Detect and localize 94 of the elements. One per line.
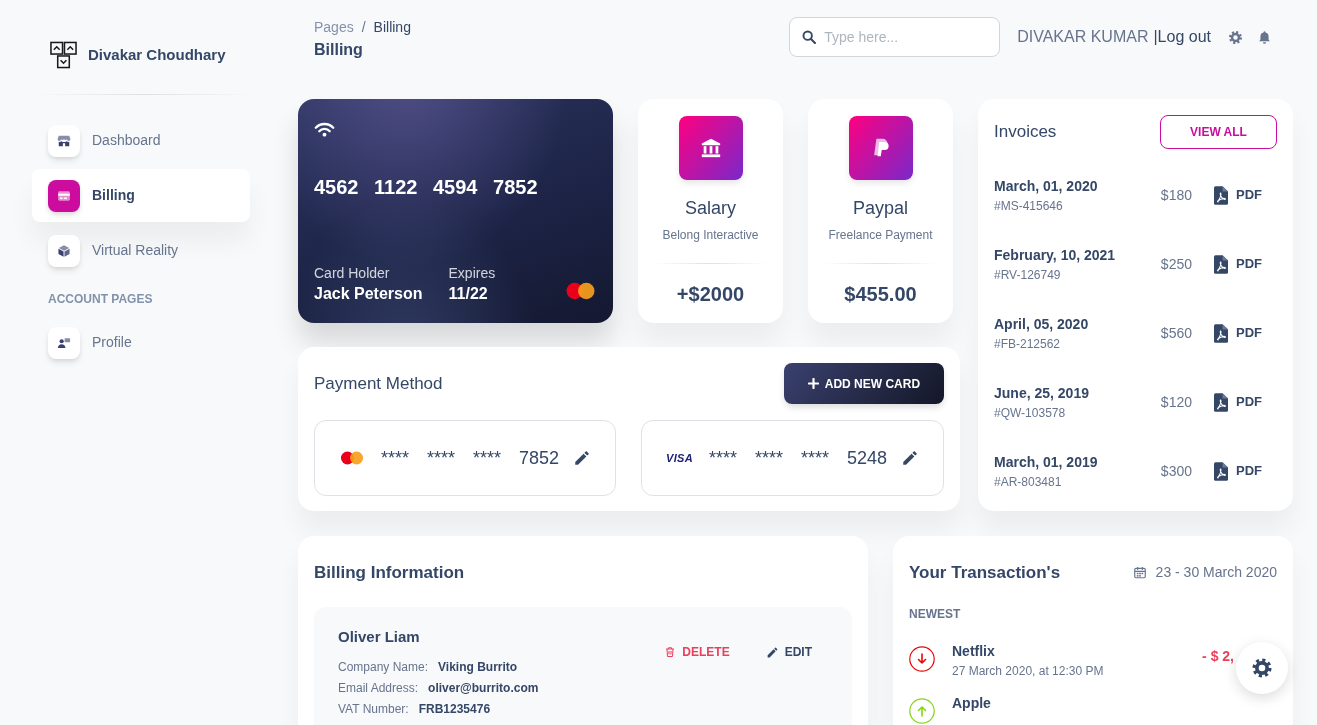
field-label: VAT Number: — [338, 701, 409, 718]
pdf-file-icon — [1214, 323, 1228, 343]
bank-icon — [678, 116, 743, 180]
pencil-icon — [765, 645, 779, 659]
brand-name: Divakar Choudhary — [88, 44, 226, 65]
panel-title: Billing Information — [314, 561, 465, 584]
edit-button[interactable]: EDIT — [749, 633, 828, 671]
bell-icon[interactable] — [1257, 29, 1272, 45]
breadcrumb-current: Billing — [373, 19, 411, 35]
field-value: Viking Burrito — [438, 659, 518, 676]
invoice-amount: $180 — [1160, 185, 1192, 205]
sidebar-item[interactable]: Profile — [32, 316, 250, 369]
pdf-file-icon — [1214, 254, 1228, 274]
invoice-number: #RV-126749 — [994, 266, 1062, 284]
invoice-amount: $120 — [1160, 392, 1192, 412]
pdf-button[interactable]: PDF — [1214, 461, 1262, 481]
invoice-date: March, 01, 2019 — [994, 452, 1098, 472]
settings-icon[interactable] — [1228, 29, 1243, 45]
settings-icon — [1251, 657, 1273, 679]
profile-icon — [48, 326, 80, 359]
card-holder-label: Card Holder — [314, 264, 391, 283]
section-title: ACCOUNT PAGES — [47, 291, 154, 308]
breadcrumb-separator: / — [361, 19, 366, 35]
field-value: oliver@burrito.com — [428, 680, 539, 697]
separator-text: | — [1153, 27, 1158, 47]
pdf-file-icon — [1214, 461, 1228, 481]
transaction-name: Apple — [952, 694, 991, 713]
calendar-icon — [1132, 565, 1147, 580]
customer-name: Oliver Liam — [338, 627, 421, 647]
trash-icon — [664, 646, 677, 658]
card-number: 4562 1122 4594 7852 — [314, 175, 539, 200]
income-title: Salary — [684, 197, 737, 219]
card-brand-icon — [564, 281, 597, 301]
expiry-date: 11/22 — [448, 284, 489, 304]
search-icon — [802, 30, 817, 44]
wifi-icon — [314, 121, 335, 137]
invoice-date: April, 05, 2020 — [994, 314, 1089, 334]
plus-icon — [807, 378, 819, 389]
panel-title: Invoices — [994, 121, 1057, 144]
edit-icon[interactable] — [573, 449, 592, 467]
masked-card-number: **** **** **** 7852 — [381, 446, 560, 470]
transaction-date: 27 March 2020, at 12:30 PM — [952, 663, 1104, 680]
sidebar-item[interactable]: Billing — [32, 169, 250, 222]
invoice-number: #AR-803481 — [994, 473, 1063, 491]
panel-title: Payment Method — [314, 372, 443, 395]
invoice-date: February, 10, 2021 — [994, 245, 1116, 265]
invoice-date: March, 01, 2020 — [994, 176, 1098, 196]
field-label: Email Address: — [338, 680, 419, 697]
cube-icon — [48, 234, 80, 267]
field-label: Company Name: — [338, 659, 429, 676]
sidebar-item[interactable]: Virtual Reality — [32, 224, 250, 277]
card-brand-logo: VISA — [666, 450, 693, 466]
income-amount: $455.00 — [843, 282, 918, 307]
view-all-button[interactable]: VIEW ALL — [1160, 115, 1277, 149]
page-title: Billing — [314, 40, 364, 60]
arrow-down-circle-icon — [909, 646, 935, 672]
pdf-button[interactable]: PDF — [1214, 323, 1262, 343]
search-field[interactable]: Type here... — [789, 17, 1001, 57]
invoice-number: #QW-103578 — [994, 404, 1067, 422]
sidebar-item[interactable]: Dashboard — [32, 114, 250, 167]
store-icon — [48, 124, 80, 157]
pdf-button[interactable]: PDF — [1214, 254, 1262, 274]
invoice-amount: $300 — [1160, 461, 1192, 481]
pdf-button[interactable]: PDF — [1214, 185, 1262, 205]
user-name: DIVAKAR KUMAR — [1017, 27, 1149, 47]
payment-logo-icon — [848, 116, 913, 180]
invoice-date: June, 25, 2019 — [994, 383, 1089, 403]
masked-card-number: **** **** **** 5248 — [709, 446, 888, 470]
income-title: Paypal — [851, 197, 909, 219]
card-holder-name: Jack Peterson — [314, 284, 423, 304]
income-subtitle: Freelance Payment — [827, 227, 934, 244]
pdf-button[interactable]: PDF — [1214, 392, 1262, 412]
income-subtitle: Belong Interactive — [661, 227, 760, 244]
transaction-name: Netflix — [952, 642, 996, 661]
pdf-file-icon — [1214, 392, 1228, 412]
pdf-file-icon — [1214, 185, 1228, 205]
expiry-label: Expires — [448, 264, 496, 283]
invoice-amount: $560 — [1160, 323, 1192, 343]
invoice-number: #MS-415646 — [994, 197, 1064, 215]
invoice-number: #FB-212562 — [994, 335, 1062, 353]
add-card-button[interactable]: ADD NEW CARD — [783, 363, 945, 404]
card-brand-icon — [339, 450, 365, 466]
panel-title: Your Transaction's — [909, 561, 1061, 584]
delete-button[interactable]: DELETE — [648, 633, 746, 671]
credit-card-icon — [48, 179, 80, 212]
arrow-up-circle-icon — [909, 698, 935, 724]
section-label: NEWEST — [909, 606, 962, 623]
transaction-amount: - $ 2, — [1202, 647, 1234, 666]
brand-logo-icon — [50, 41, 77, 69]
invoice-amount: $250 — [1160, 254, 1192, 274]
date-range: 23 - 30 March 2020 — [1155, 563, 1277, 582]
income-amount: +$2000 — [675, 282, 746, 307]
edit-icon[interactable] — [901, 449, 920, 467]
field-value: FRB1235476 — [418, 701, 491, 718]
